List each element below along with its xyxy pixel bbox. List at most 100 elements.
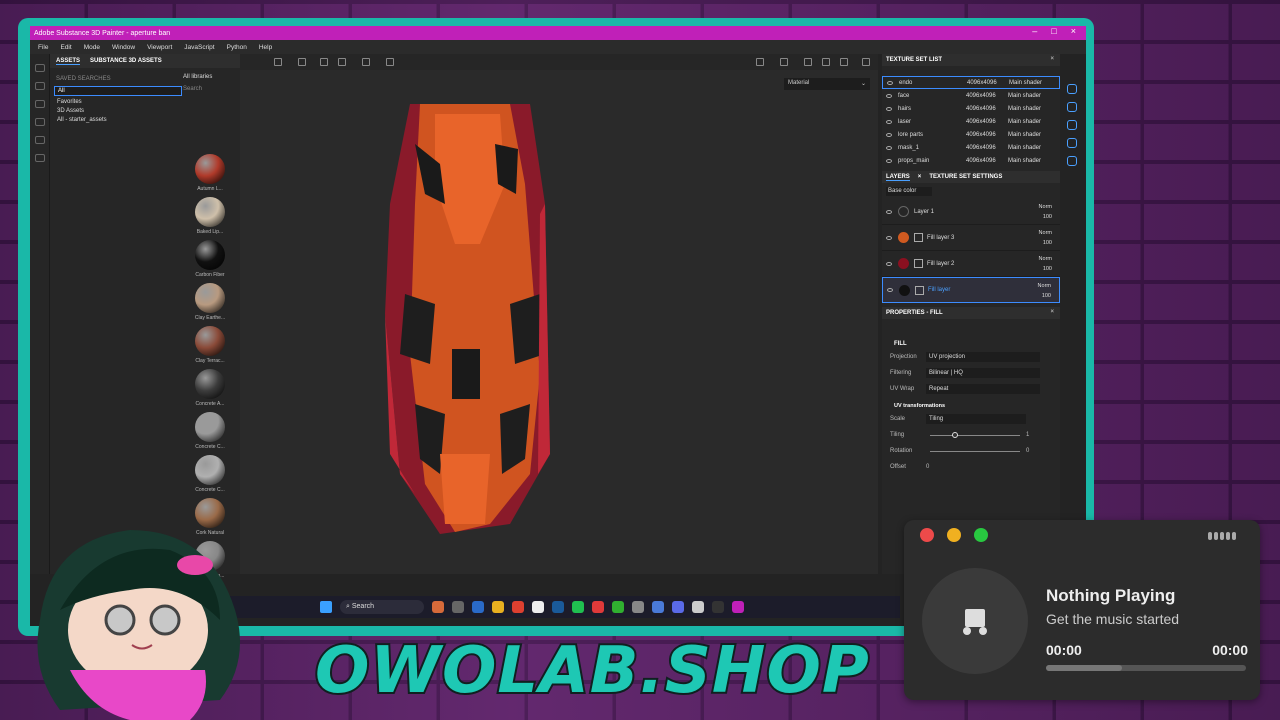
taskview-icon[interactable] xyxy=(452,601,464,613)
close-dot-button[interactable] xyxy=(920,528,934,542)
steam-app-icon[interactable] xyxy=(552,601,564,613)
eye-icon[interactable] xyxy=(887,80,893,85)
menu-file[interactable]: File xyxy=(38,44,48,51)
layer-blend[interactable]: Norm 100 xyxy=(1039,254,1052,274)
drag-handle-icon[interactable] xyxy=(1208,532,1236,540)
material-thumbnail[interactable]: Concrete C... xyxy=(185,412,235,455)
app-white-icon[interactable] xyxy=(692,601,704,613)
layer-row[interactable]: Fill layer 3 Norm 100 xyxy=(882,225,1060,251)
maximize-dot-button[interactable] xyxy=(974,528,988,542)
3d-viewport[interactable]: Material ⌄ xyxy=(240,54,878,574)
tab-texture-set-settings[interactable]: TEXTURE SET SETTINGS xyxy=(929,174,1002,180)
shader-dock-icon[interactable] xyxy=(1067,120,1077,130)
calendar-icon[interactable] xyxy=(652,601,664,613)
texture-set-row[interactable]: face 4096x4096 Main shader xyxy=(882,89,1060,102)
eye-icon[interactable] xyxy=(886,145,892,150)
texture-set-row[interactable]: lore parts 4096x4096 Main shader xyxy=(882,128,1060,141)
paint-tool-icon[interactable] xyxy=(34,64,45,72)
layer-mask-icon[interactable] xyxy=(915,285,924,295)
eye-icon[interactable] xyxy=(886,119,892,124)
menu-edit[interactable]: Edit xyxy=(60,44,71,51)
notion-icon[interactable] xyxy=(532,601,544,613)
discord-icon[interactable] xyxy=(672,601,684,613)
eye-icon[interactable] xyxy=(887,288,893,292)
layers-dock-icon[interactable] xyxy=(1067,84,1077,94)
layer-blend[interactable]: Norm 100 xyxy=(1039,202,1052,222)
clone-tool-icon[interactable] xyxy=(34,136,45,144)
picker-tool-icon[interactable] xyxy=(34,154,45,162)
tab-substance-3d-assets[interactable]: SUBSTANCE 3D ASSETS xyxy=(90,58,162,64)
material-thumbnail[interactable]: Autumn L... xyxy=(185,154,235,197)
layer-row[interactable]: Fill layer Norm 100 xyxy=(882,277,1060,303)
maximize-button[interactable]: □ xyxy=(1051,26,1056,36)
app-green-icon[interactable] xyxy=(612,601,624,613)
scale-select[interactable]: Tiling xyxy=(926,414,1026,424)
history-dock-icon[interactable] xyxy=(1067,156,1077,166)
texture-set-row[interactable]: laser 4096x4096 Main shader xyxy=(882,115,1060,128)
texture-set-row[interactable]: mask_1 4096x4096 Main shader xyxy=(882,141,1060,154)
tab-layers[interactable]: LAYERS xyxy=(886,174,910,181)
menu-python[interactable]: Python xyxy=(227,44,247,51)
menu-mode[interactable]: Mode xyxy=(84,44,100,51)
layer-mask-icon[interactable] xyxy=(914,259,923,268)
eye-icon[interactable] xyxy=(886,209,892,214)
material-thumbnail[interactable]: Baked Lip... xyxy=(185,197,235,240)
folder-icon[interactable] xyxy=(492,601,504,613)
layer-row[interactable]: Fill layer 2 Norm 100 xyxy=(882,251,1060,277)
material-thumbnail[interactable]: Concrete A... xyxy=(185,369,235,412)
tab-assets[interactable]: ASSETS xyxy=(56,58,81,65)
list-item-starter-assets[interactable]: All - starter_assets xyxy=(57,117,184,123)
channel-select[interactable]: Base color xyxy=(886,186,932,196)
tiling-slider[interactable] xyxy=(930,431,1020,438)
app-icon[interactable] xyxy=(432,601,444,613)
search-input[interactable]: Search xyxy=(183,86,239,92)
bake-dock-icon[interactable] xyxy=(1067,138,1077,148)
filtering-select[interactable]: Bilinear | HQ xyxy=(926,368,1040,378)
texture-set-row[interactable]: endo 4096x4096 Main shader xyxy=(882,76,1060,89)
smudge-tool-icon[interactable] xyxy=(34,118,45,126)
painter-icon[interactable] xyxy=(732,601,744,613)
menu-javascript[interactable]: JavaScript xyxy=(184,44,214,51)
steam-icon[interactable] xyxy=(472,601,484,613)
close-icon[interactable]: × xyxy=(1050,309,1054,315)
eye-icon[interactable] xyxy=(886,261,892,266)
uv-transformations-section[interactable]: UV transformations xyxy=(882,397,1060,411)
chrome-icon[interactable] xyxy=(512,601,524,613)
texture-set-row[interactable]: hairs 4096x4096 Main shader xyxy=(882,102,1060,115)
app-gray-icon[interactable] xyxy=(632,601,644,613)
list-item-favorites[interactable]: Favorites xyxy=(57,99,184,105)
menu-help[interactable]: Help xyxy=(259,44,272,51)
close-button[interactable]: × xyxy=(1071,26,1076,36)
minimize-dot-button[interactable] xyxy=(947,528,961,542)
minimize-button[interactable]: – xyxy=(1032,26,1037,36)
eye-icon[interactable] xyxy=(886,132,892,137)
texture-set-row[interactable]: props_main 4096x4096 Main shader xyxy=(882,154,1060,167)
menu-window[interactable]: Window xyxy=(112,44,135,51)
filter-field[interactable]: All xyxy=(54,86,182,96)
settings-icon[interactable] xyxy=(592,601,604,613)
projection-select[interactable]: UV projection xyxy=(926,352,1040,362)
layer-blend[interactable]: Norm 100 xyxy=(1038,281,1051,301)
projection-tool-icon[interactable] xyxy=(34,100,45,108)
eye-icon[interactable] xyxy=(886,158,892,163)
list-item-3d-assets[interactable]: 3D Assets xyxy=(57,108,184,114)
layer-mask-icon[interactable] xyxy=(914,233,923,242)
rotation-slider[interactable] xyxy=(930,450,1020,452)
obs-icon[interactable] xyxy=(712,601,724,613)
layer-blend[interactable]: Norm 100 xyxy=(1039,228,1052,248)
layer-row[interactable]: Layer 1 Norm 100 xyxy=(882,199,1060,225)
eye-icon[interactable] xyxy=(886,106,892,111)
uvwrap-select[interactable]: Repeat xyxy=(926,384,1040,394)
eye-icon[interactable] xyxy=(886,93,892,98)
slider-knob[interactable] xyxy=(952,431,958,438)
library-title[interactable]: All libraries xyxy=(183,74,239,80)
eye-icon[interactable] xyxy=(886,235,892,240)
spotify-icon[interactable] xyxy=(572,601,584,613)
close-icon[interactable]: × xyxy=(1050,56,1054,62)
menu-viewport[interactable]: Viewport xyxy=(147,44,172,51)
close-icon[interactable]: × xyxy=(918,174,922,180)
material-thumbnail[interactable]: Carbon Fiber xyxy=(185,240,235,283)
taskbar-search[interactable]: ⌕ Search xyxy=(340,600,424,614)
material-thumbnail[interactable]: Clay Terrac... xyxy=(185,326,235,369)
progress-bar[interactable] xyxy=(1046,665,1246,671)
